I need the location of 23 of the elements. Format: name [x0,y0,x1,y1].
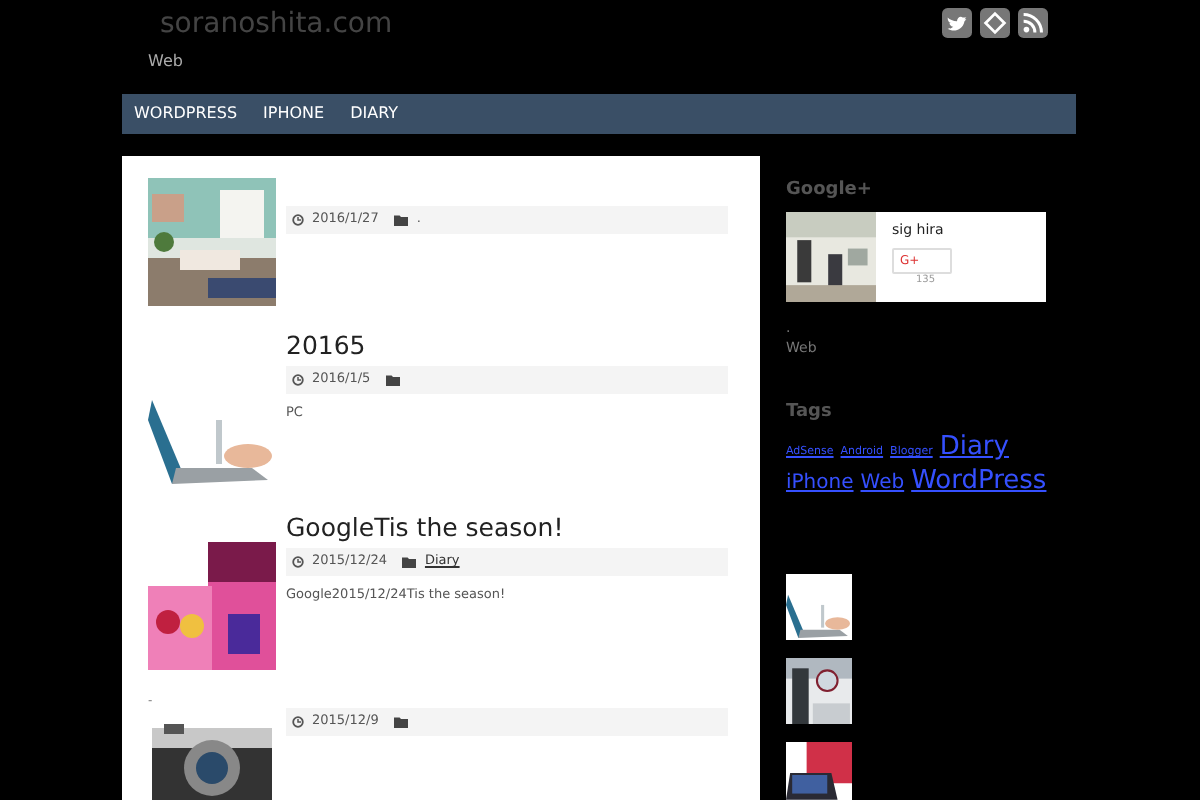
clock-icon [292,555,304,568]
site-tagline: Web [148,49,183,73]
tag-link[interactable]: Diary [939,432,1009,462]
folder-icon [394,213,409,226]
clock-icon [292,213,304,226]
widget-heading: Tags [786,399,834,425]
widget-heading: Google+ [786,178,874,204]
nav-link[interactable]: WORDPRESS [134,102,238,126]
clock-icon [292,715,304,728]
tag-link[interactable]: iPhone [786,471,854,493]
clock-icon [292,373,304,386]
nav-link[interactable]: DIARY [350,102,399,126]
site-title[interactable]: soranoshita.com [160,8,393,40]
post-title[interactable]: 20165 [286,332,728,360]
twitter-icon[interactable] [942,8,972,38]
tag-link[interactable]: Web [860,471,905,493]
tag-link[interactable]: WordPress [911,465,1047,495]
folder-icon [402,555,417,568]
folder-icon [394,715,409,728]
rss-icon[interactable] [1018,8,1048,38]
post-title[interactable]: GoogleTis the season! [286,514,728,542]
folder-icon [386,373,401,386]
nav-link[interactable]: IPHONE [263,102,325,126]
